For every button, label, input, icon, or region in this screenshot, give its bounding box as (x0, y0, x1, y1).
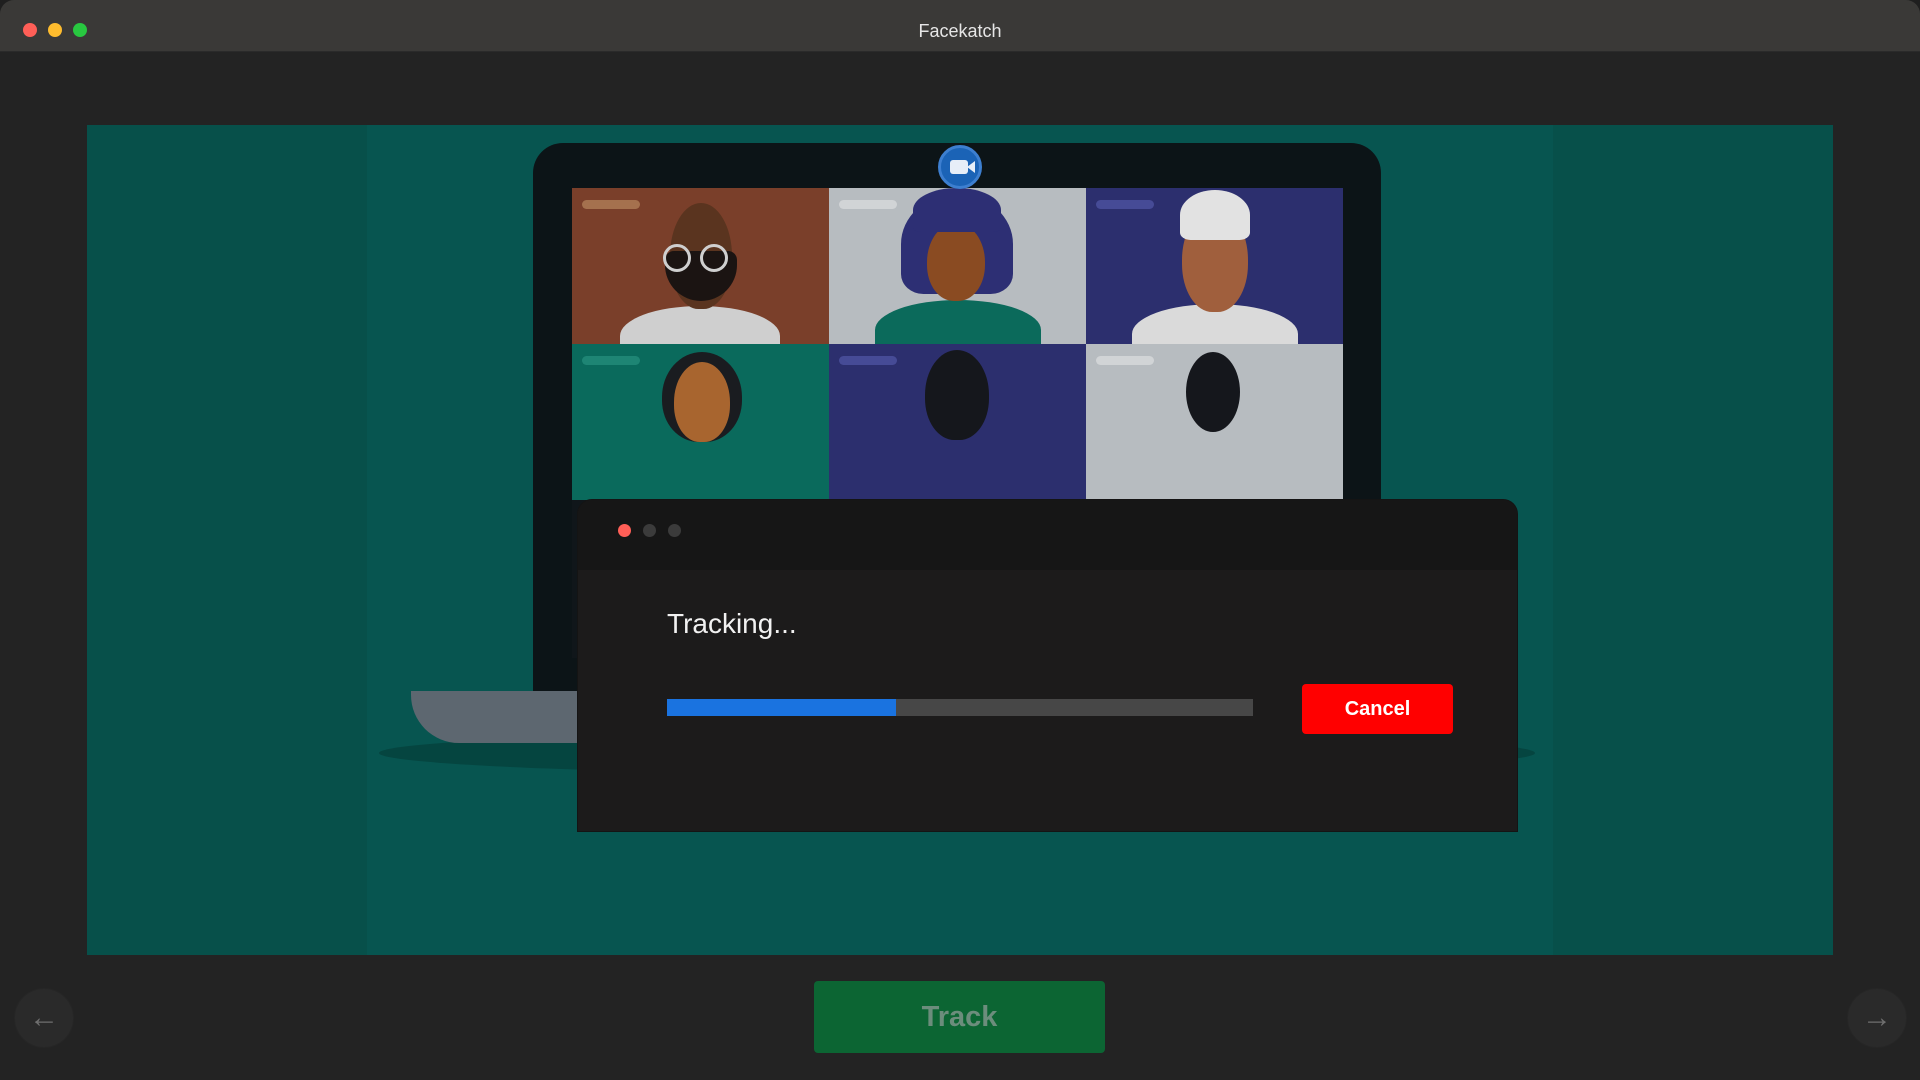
tracking-progress-bar (667, 699, 1253, 716)
cancel-button[interactable]: Cancel (1302, 684, 1453, 734)
dialog-close-button[interactable] (618, 524, 631, 537)
window-title: Facekatch (918, 21, 1002, 41)
previous-button[interactable]: ← (14, 988, 74, 1048)
participant-tile (829, 188, 1086, 344)
dialog-minimize-button (643, 524, 656, 537)
video-camera-icon (938, 145, 982, 189)
participant-tile (1086, 188, 1343, 344)
participant-tile (1086, 344, 1343, 500)
tracking-dialog: Tracking... Cancel (578, 500, 1517, 831)
progress-fill (667, 699, 896, 716)
dialog-title-bar (578, 500, 1517, 570)
participant-tile (572, 188, 829, 344)
track-button[interactable]: Track (814, 981, 1105, 1053)
participant-tile (572, 344, 829, 500)
tracking-status-text: Tracking... (667, 608, 797, 639)
preview-stage: Tracking... Cancel (87, 125, 1833, 955)
app-window: Facekatch Tracking... Cancel ← Track → (0, 0, 1920, 1080)
next-button[interactable]: → (1847, 988, 1907, 1048)
title-bar: Facekatch (0, 0, 1920, 52)
arrow-left-icon: ← (29, 1001, 59, 1034)
arrow-right-icon: → (1862, 1001, 1892, 1034)
dialog-maximize-button (668, 524, 681, 537)
participant-tile (829, 344, 1086, 500)
